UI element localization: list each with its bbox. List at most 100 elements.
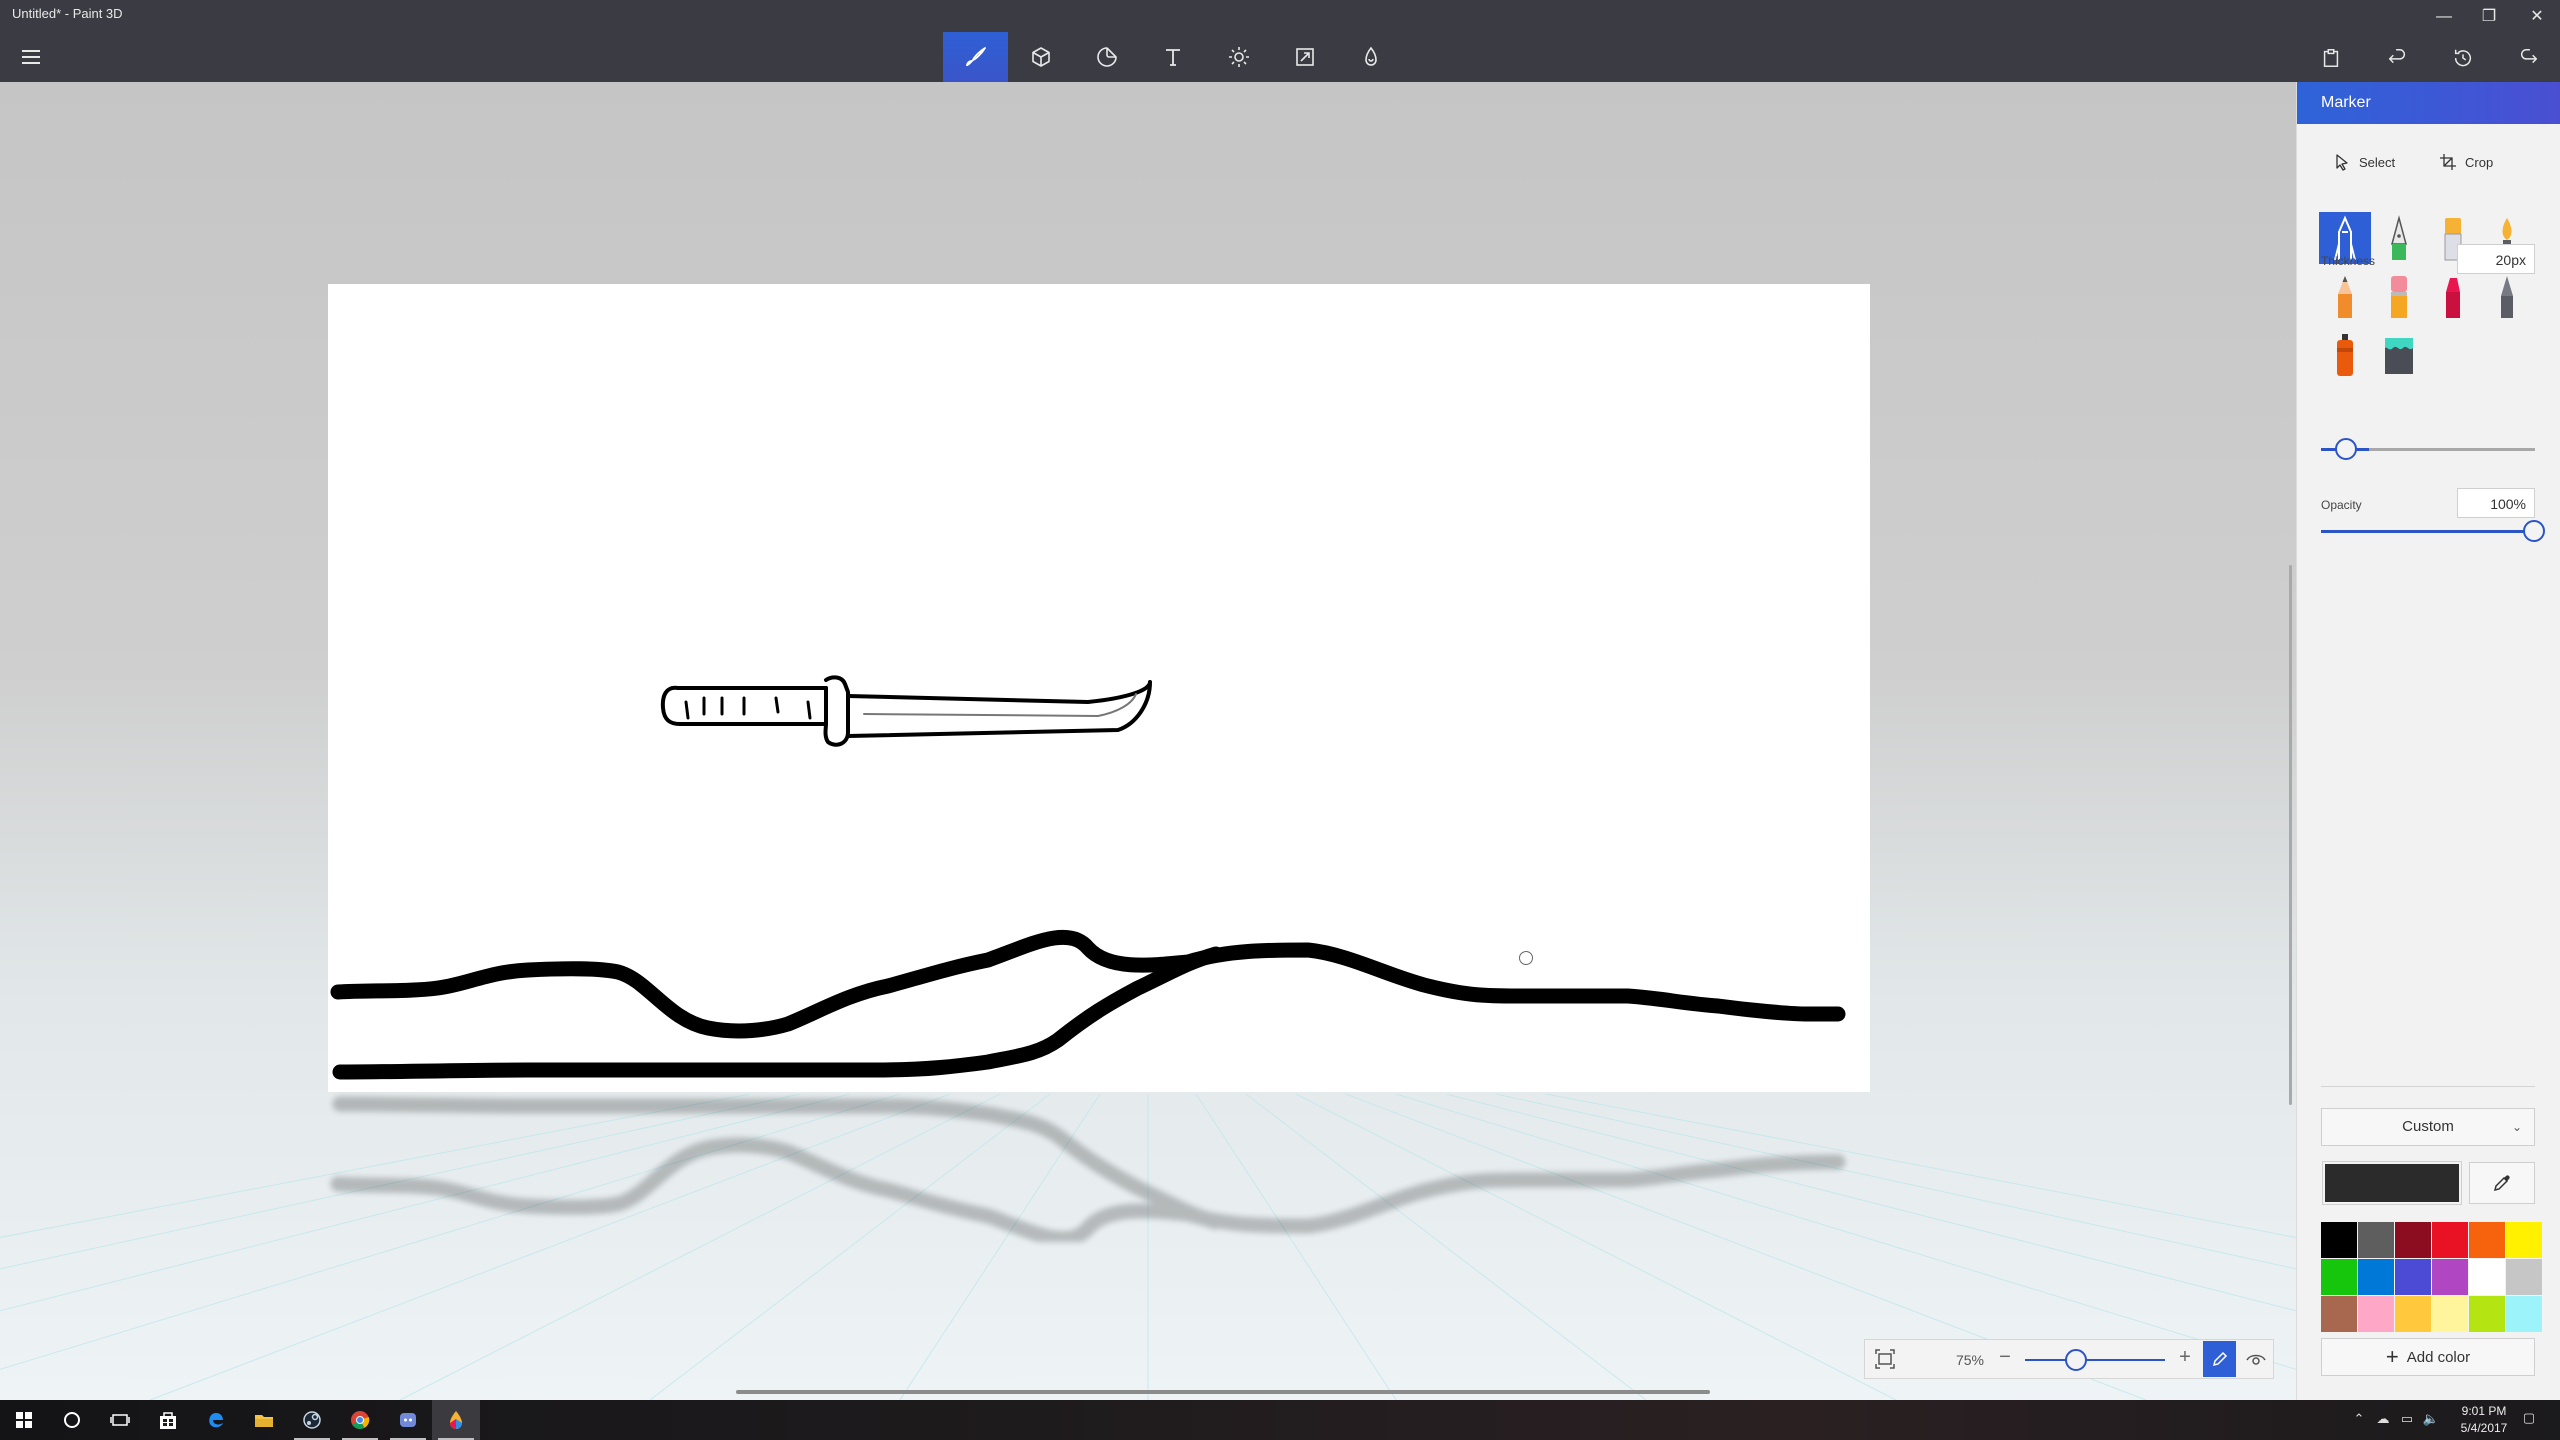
start-icon (16, 1412, 32, 1428)
history-button[interactable] (2447, 42, 2479, 74)
file-explorer-icon (255, 1415, 273, 1427)
minimize-button[interactable]: — (2422, 2, 2466, 32)
select-cursor-icon (2336, 154, 2348, 171)
task-view-icon (110, 1414, 130, 1426)
start-button[interactable] (0, 1400, 48, 1440)
color-swatch[interactable] (2321, 1296, 2357, 1332)
chrome-button[interactable] (336, 1400, 384, 1440)
color-swatch[interactable] (2469, 1296, 2505, 1332)
color-swatch[interactable] (2432, 1259, 2468, 1295)
pencil-icon (2338, 276, 2352, 318)
panel-header: Marker (2297, 82, 2560, 124)
clock-date[interactable]: 5/4/2017 (2446, 1421, 2522, 1435)
color-swatch[interactable] (2395, 1296, 2431, 1332)
discord-button[interactable] (384, 1400, 432, 1440)
calligraphy-pen-icon (2391, 215, 2407, 260)
steam-button[interactable] (288, 1400, 336, 1440)
brush-pencil[interactable] (2319, 270, 2371, 322)
redo-button[interactable] (2513, 42, 2545, 74)
chevron-up-icon[interactable]: ⌃ (2350, 1411, 2368, 1429)
discord-icon (400, 1413, 416, 1427)
color-swatch[interactable] (2358, 1259, 2394, 1295)
crop-label: Crop (2465, 154, 2494, 170)
action-center-icon[interactable]: ▢ (2518, 1410, 2540, 1428)
view-3d-button[interactable] (2239, 1341, 2272, 1377)
restore-button[interactable]: ❐ (2467, 2, 2511, 32)
canvas-icon (1295, 48, 1314, 66)
color-swatch[interactable] (2506, 1296, 2542, 1332)
color-swatch[interactable] (2321, 1259, 2357, 1295)
stickers-icon (1096, 47, 1117, 67)
opacity-slider-track[interactable] (2321, 530, 2535, 533)
horizontal-scrollbar[interactable] (736, 1390, 1710, 1394)
file-explorer-button[interactable] (240, 1400, 288, 1440)
paste-icon (2323, 49, 2339, 67)
edge-icon (209, 1413, 223, 1428)
brush-eraser[interactable] (2373, 270, 2425, 322)
cortana-button[interactable] (48, 1400, 96, 1440)
onedrive-icon[interactable]: ☁ (2374, 1411, 2392, 1429)
volume-icon[interactable]: 🔈 (2422, 1411, 2440, 1429)
thickness-label: Thickness (2321, 254, 2376, 268)
color-swatch[interactable] (2469, 1222, 2505, 1258)
tab-brushes[interactable] (943, 32, 1008, 82)
close-button[interactable]: ✕ (2515, 2, 2559, 32)
opacity-input[interactable]: 100% (2457, 488, 2535, 518)
color-swatch[interactable] (2432, 1222, 2468, 1258)
task-view-button[interactable] (96, 1400, 144, 1440)
edge-button[interactable] (192, 1400, 240, 1440)
color-swatch[interactable] (2321, 1222, 2357, 1258)
vertical-scrollbar[interactable] (2289, 565, 2292, 1105)
zoom-slider-thumb[interactable] (2065, 1349, 2087, 1371)
canvas-drawing (330, 675, 1846, 1080)
color-mode-value: Custom (2402, 1118, 2454, 1135)
tab-canvas[interactable] (1272, 32, 1337, 82)
add-color-button[interactable]: + Add color (2321, 1338, 2535, 1376)
tab-stickers[interactable] (1074, 32, 1139, 82)
paste-button[interactable] (2315, 42, 2347, 74)
current-color-swatch[interactable] (2322, 1161, 2462, 1205)
hamburger-menu-icon[interactable] (16, 44, 48, 70)
crop-button[interactable]: Crop (2439, 148, 2493, 176)
brush-spray-can[interactable] (2319, 328, 2371, 380)
zoom-in-button[interactable]: + (2175, 1346, 2195, 1369)
opacity-slider-thumb[interactable] (2523, 520, 2545, 542)
eyedropper-button[interactable] (2469, 1162, 2535, 1204)
store-button[interactable] (144, 1400, 192, 1440)
color-swatch[interactable] (2395, 1222, 2431, 1258)
thickness-input[interactable]: 20px (2457, 244, 2535, 274)
cortana-icon (64, 1412, 80, 1428)
tab-3d-objects[interactable] (1008, 32, 1073, 82)
thickness-slider-track[interactable] (2369, 448, 2535, 451)
panel-divider (2321, 1086, 2535, 1087)
brush-fill[interactable] (2373, 328, 2425, 380)
color-swatch[interactable] (2358, 1296, 2394, 1332)
brush-pixel-pen[interactable] (2481, 270, 2533, 322)
color-swatch[interactable] (2432, 1296, 2468, 1332)
brush-crayon[interactable] (2427, 270, 2479, 322)
color-swatch[interactable] (2395, 1259, 2431, 1295)
eye-icon (2245, 1354, 2266, 1365)
clock-time[interactable]: 9:01 PM (2446, 1404, 2522, 1418)
draw-mode-button[interactable] (2203, 1341, 2236, 1377)
tab-text[interactable] (1140, 32, 1205, 82)
opacity-label: Opacity (2321, 498, 2362, 512)
paint3d-button[interactable] (432, 1400, 480, 1440)
fit-to-screen-icon[interactable] (1875, 1349, 1895, 1369)
color-swatch[interactable] (2506, 1222, 2542, 1258)
color-swatch[interactable] (2469, 1259, 2505, 1295)
select-button[interactable]: Select (2333, 148, 2395, 176)
network-icon[interactable]: ▭ (2398, 1411, 2416, 1429)
tab-remix3d[interactable] (1338, 32, 1403, 82)
color-mode-dropdown[interactable]: Custom ⌄ (2321, 1108, 2535, 1146)
brush-calligraphy-pen[interactable] (2373, 212, 2425, 264)
color-swatch[interactable] (2506, 1259, 2542, 1295)
undo-icon (2388, 49, 2405, 64)
color-swatch[interactable] (2358, 1222, 2394, 1258)
tab-effects[interactable] (1206, 32, 1271, 82)
undo-button[interactable] (2381, 42, 2413, 74)
knife-guard (823, 675, 850, 747)
thickness-slider-thumb[interactable] (2335, 438, 2357, 460)
zoom-slider-track[interactable] (2025, 1359, 2165, 1361)
zoom-out-button[interactable]: − (1995, 1346, 2015, 1369)
